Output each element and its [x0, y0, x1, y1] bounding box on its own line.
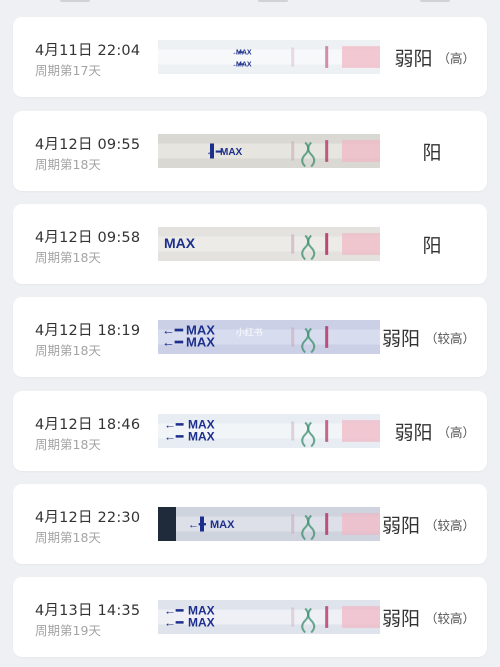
test-strip-graphic: MAX←━ [158, 134, 380, 168]
result-level: （较高） [424, 330, 475, 346]
record-date: 4月12日 18:19 [35, 323, 141, 339]
test-strip-photo: MAX←━ [158, 134, 380, 168]
test-line [291, 421, 295, 441]
result-label: 阳 [422, 141, 442, 164]
result-level: （高） [437, 50, 475, 66]
result-level: （高） [437, 424, 475, 440]
record-cycle-day: 周期第19天 [35, 623, 101, 638]
max-line-label: MAX [210, 519, 235, 531]
result-label: 弱阳 [381, 514, 420, 537]
control-line [325, 233, 329, 255]
test-strip-graphic: MAX←━ [158, 227, 380, 261]
test-record-list: 4月11日 22:04 周期第17天 MAX ←━ MAX ←━ 弱阳 （高） 4月1… [0, 0, 500, 667]
control-line [325, 420, 329, 442]
test-line [291, 47, 295, 67]
result-label: 弱阳 [381, 327, 420, 350]
max-line-label: MAX [164, 235, 196, 251]
test-line [291, 327, 295, 347]
record-cycle-day: 周期第18天 [35, 530, 101, 545]
record-card[interactable]: 4月12日 18:46 周期第18天 MAX ←━ MAX ←━ 弱阳 （高） [13, 391, 487, 471]
control-line [325, 140, 329, 162]
record-date: 4月12日 18:46 [35, 417, 141, 433]
result-level: （较高） [424, 517, 475, 533]
record-result: 弱阳 （较高） [365, 577, 475, 657]
test-strip-graphic: MAX←━MAX←━ [158, 40, 380, 74]
record-card[interactable]: 4月12日 09:58 周期第18天 MAX←━ 阳 [13, 204, 487, 284]
record-date: 4月12日 09:58 [35, 230, 141, 246]
test-strip-graphic: MAX←━MAX←━小红书 [158, 320, 380, 354]
arrow-marker: ←━ [206, 147, 223, 158]
strip-pink-end [342, 233, 380, 255]
record-card[interactable]: 4月12日 18:19 周期第18天 MAX ←━ MAX ←━ 小红书 弱阳 （较高） [13, 297, 487, 377]
record-result: 阳 [377, 111, 487, 191]
record-card[interactable]: 4月11日 22:04 周期第17天 MAX ←━ MAX ←━ 弱阳 （高） [13, 17, 487, 97]
record-cycle-day: 周期第18天 [35, 157, 101, 172]
app-watermark: 小红书 [236, 326, 263, 338]
test-line [291, 607, 295, 627]
result-level: （较高） [424, 610, 475, 626]
previous-card-edge [258, 0, 288, 2]
record-result: 阳 [377, 204, 487, 284]
control-line [325, 326, 329, 348]
previous-card-edge [420, 0, 450, 2]
record-cycle-day: 周期第18天 [35, 437, 101, 452]
previous-card-edge [60, 0, 90, 2]
max-line-label: MAX [186, 335, 215, 350]
record-result: 弱阳 （高） [365, 17, 475, 97]
strip-dark-edge [158, 507, 176, 541]
record-card[interactable]: 4月13日 14:35 周期第19天 MAX ←━ MAX ←━ 弱阳 （较高） [13, 577, 487, 657]
max-line-label: MAX [188, 430, 215, 444]
control-line [325, 513, 329, 535]
arrow-marker: ←━ [164, 616, 184, 630]
test-line [291, 234, 295, 254]
max-line-label: MAX [188, 616, 215, 630]
record-date: 4月12日 22:30 [35, 510, 141, 526]
test-strip-graphic: MAX←━MAX←━ [158, 600, 380, 634]
record-date: 4月12日 09:55 [35, 137, 141, 153]
test-strip-photo: MAX←━ [158, 507, 380, 541]
record-result: 弱阳 （高） [365, 391, 475, 471]
test-strip-photo: MAX←━ [158, 227, 380, 261]
test-strip-graphic: MAX←━MAX←━ [158, 414, 380, 448]
record-result: 弱阳 （较高） [365, 484, 475, 564]
arrow-marker: ←━ [232, 49, 244, 56]
arrow-marker: ←━ [164, 430, 184, 444]
control-line [325, 606, 329, 628]
record-cycle-day: 周期第18天 [35, 343, 101, 358]
control-line [325, 46, 329, 68]
test-strip-graphic: MAX←━ [158, 507, 380, 541]
record-date: 4月13日 14:35 [35, 603, 141, 619]
result-label: 弱阳 [381, 607, 420, 630]
strip-tab [200, 516, 204, 532]
record-cycle-day: 周期第18天 [35, 250, 101, 265]
record-cycle-day: 周期第17天 [35, 63, 101, 78]
result-label: 弱阳 [394, 47, 433, 70]
result-label: 弱阳 [394, 421, 433, 444]
record-card[interactable]: 4月12日 22:30 周期第18天 MAX ←━ 弱阳 （较高） [13, 484, 487, 564]
record-result: 弱阳 （较高） [365, 297, 475, 377]
record-card[interactable]: 4月12日 09:55 周期第18天 MAX ←━ 阳 [13, 111, 487, 191]
test-strip-photo: MAX ←━ MAX ←━ 小红书 [158, 320, 380, 354]
test-strip-photo: MAX ←━ MAX ←━ [158, 40, 380, 74]
test-strip-photo: MAX ←━ MAX ←━ [158, 414, 380, 448]
arrow-marker: ←━ [162, 335, 184, 350]
result-label: 阳 [422, 234, 442, 257]
strip-tab [210, 143, 214, 159]
strip-pink-end [342, 140, 380, 162]
test-line [291, 141, 295, 161]
max-line-label: MAX [220, 147, 243, 158]
record-date: 4月11日 22:04 [35, 43, 141, 59]
test-line [291, 514, 295, 534]
test-strip-photo: MAX ←━ MAX ←━ [158, 600, 380, 634]
arrow-marker: ←━ [232, 62, 244, 69]
